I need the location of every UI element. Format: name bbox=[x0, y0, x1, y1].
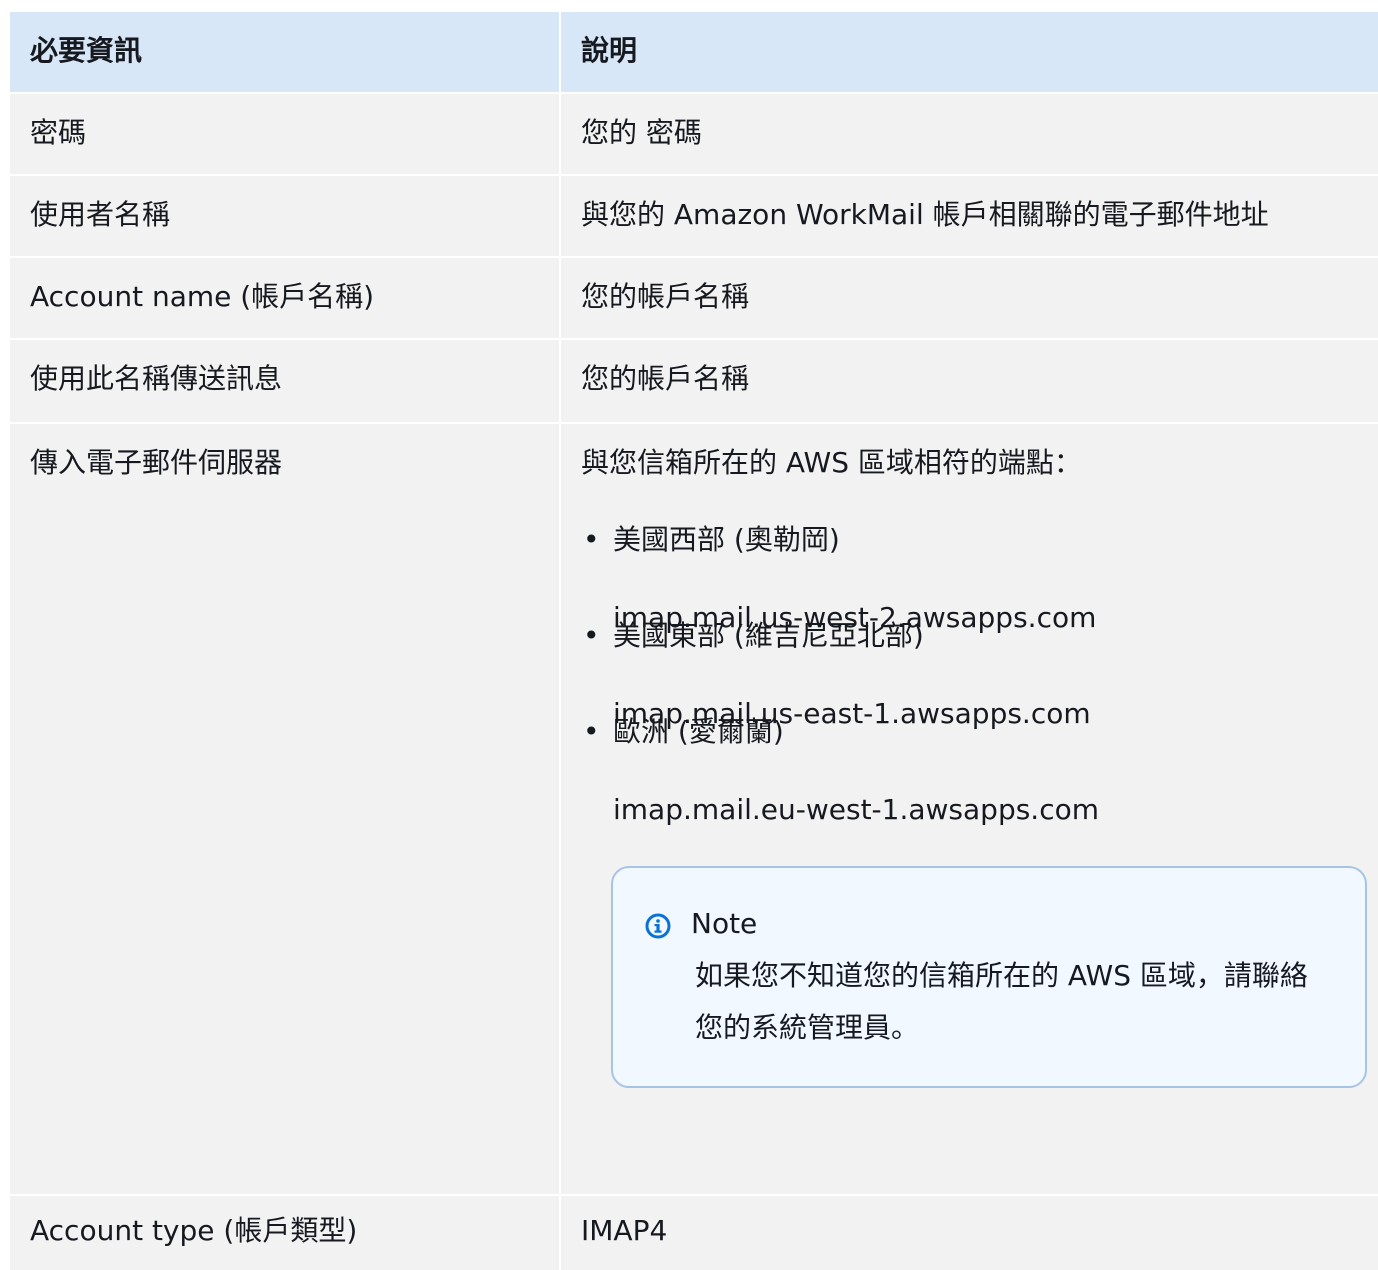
info-icon bbox=[645, 911, 671, 939]
row-label-incoming-server: 傳入電子郵件伺服器 bbox=[10, 424, 559, 1194]
row-value-account-type: IMAP4 bbox=[561, 1196, 1378, 1270]
row-value-account-name: 您的帳戶名稱 bbox=[561, 258, 1378, 338]
bullet-marker: • bbox=[583, 619, 600, 652]
region-name: 歐洲 (愛爾蘭) bbox=[613, 715, 784, 748]
settings-table: 必要資訊 說明 密碼 您的 密碼 使用者名稱 與您的 Amazon WorkMa… bbox=[10, 10, 1378, 1270]
endpoint-url: imap.mail.eu-west-1.awsapps.com bbox=[613, 793, 1100, 826]
region-name: 美國西部 (奧勒岡) bbox=[613, 523, 840, 556]
table-header-row: 必要資訊 說明 bbox=[10, 10, 1378, 92]
bullet-marker: • bbox=[583, 715, 600, 748]
table-row: 使用者名稱 與您的 Amazon WorkMail 帳戶相關聯的電子郵件地址 bbox=[10, 174, 1378, 256]
column-header-description: 說明 bbox=[561, 12, 1378, 92]
note-body: 如果您不知道您的信箱所在的 AWS 區域，請聯絡您的系統管理員。 bbox=[695, 959, 1308, 1044]
incoming-server-intro: 與您信箱所在的 AWS 區域相符的端點： bbox=[581, 446, 1082, 479]
table-row: 密碼 您的 密碼 bbox=[10, 92, 1378, 174]
bullet-marker: • bbox=[583, 523, 600, 556]
row-value-incoming-server: 與您信箱所在的 AWS 區域相符的端點： • 美國西部 (奧勒岡) imap.ma… bbox=[561, 424, 1378, 1194]
region-list: • 美國西部 (奧勒岡) imap.mail.us-west-2.awsapps.… bbox=[581, 520, 1374, 830]
list-item: • 歐洲 (愛爾蘭) imap.mail.eu-west-1.awsapps.co… bbox=[581, 712, 1374, 830]
table-row: Account type (帳戶類型) IMAP4 bbox=[10, 1194, 1378, 1270]
row-label-account-type: Account type (帳戶類型) bbox=[10, 1196, 559, 1270]
row-label-username: 使用者名稱 bbox=[10, 176, 559, 256]
row-value-password: 您的 密碼 bbox=[561, 94, 1378, 174]
row-label-account-name: Account name (帳戶名稱) bbox=[10, 258, 559, 338]
note-title: Note bbox=[691, 907, 758, 940]
region-name: 美國東部 (維吉尼亞北部) bbox=[613, 619, 924, 652]
note-header: Note bbox=[645, 904, 1333, 944]
column-header-required-info: 必要資訊 bbox=[10, 12, 559, 92]
row-value-username: 與您的 Amazon WorkMail 帳戶相關聯的電子郵件地址 bbox=[561, 176, 1378, 256]
row-label-send-as-name: 使用此名稱傳送訊息 bbox=[10, 340, 559, 422]
row-value-send-as-name: 您的帳戶名稱 bbox=[561, 340, 1378, 422]
table-row: Account name (帳戶名稱) 您的帳戶名稱 bbox=[10, 256, 1378, 338]
row-label-password: 密碼 bbox=[10, 94, 559, 174]
note-callout: Note 如果您不知道您的信箱所在的 AWS 區域，請聯絡您的系統管理員。 bbox=[611, 866, 1367, 1088]
table-row: 使用此名稱傳送訊息 您的帳戶名稱 bbox=[10, 338, 1378, 422]
table-row: 傳入電子郵件伺服器 與您信箱所在的 AWS 區域相符的端點： • 美國西部 (奧勒… bbox=[10, 422, 1378, 1194]
